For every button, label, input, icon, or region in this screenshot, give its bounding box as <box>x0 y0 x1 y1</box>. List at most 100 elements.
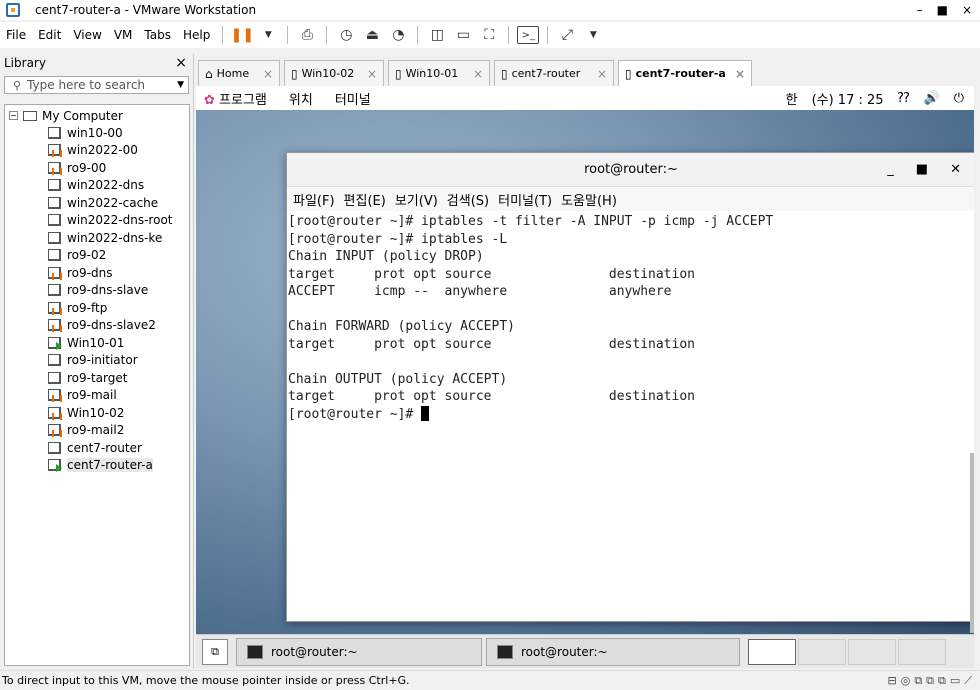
terminal-output[interactable]: [root@router ~]# iptables -t filter -A I… <box>287 211 974 423</box>
vm-console[interactable]: ✿ 프로그램 위치 터미널 한 (수) 17 : 25 ⁇ 🔊 ⏻ root@r… <box>196 86 974 634</box>
hdd-icon[interactable]: ⊟ <box>887 674 896 688</box>
menu-edit[interactable]: Edit <box>32 28 67 42</box>
library-item-win2022-dns-ke[interactable]: win2022-dns-ke <box>5 229 189 247</box>
maximize-button[interactable]: ■ <box>937 3 948 17</box>
library-item-label: cent7-router <box>67 440 142 455</box>
close-button[interactable]: × <box>962 3 972 17</box>
library-item-ro9-target[interactable]: ro9-target <box>5 369 189 387</box>
send-ctrl-alt-del-icon[interactable]: ⎙ <box>296 25 318 45</box>
terminal-minimize-icon[interactable]: _ <box>887 162 894 177</box>
network-icon[interactable]: ⁇ <box>898 91 910 106</box>
tab-close-icon[interactable]: × <box>727 67 745 81</box>
menu-view[interactable]: View <box>67 28 107 42</box>
tab-close-icon[interactable]: × <box>589 67 607 81</box>
workspace-4[interactable] <box>898 638 946 665</box>
tab-close-icon[interactable]: × <box>465 67 483 81</box>
tab-win10-01[interactable]: ▯ Win10-01 × <box>388 60 490 86</box>
console-view-icon[interactable]: >_ <box>517 26 540 44</box>
applications-menu[interactable]: ✿ 프로그램 <box>204 89 267 108</box>
minimize-button[interactable]: – <box>917 3 923 17</box>
cd-icon[interactable]: ◎ <box>901 674 911 688</box>
vm-running-icon <box>48 459 62 473</box>
terminal-menu-terminal[interactable]: 터미널(T) <box>498 190 552 209</box>
terminal-scrollbar[interactable] <box>970 453 974 633</box>
terminal-menu-view[interactable]: 보기(V) <box>395 190 438 209</box>
network-adapter-icon[interactable]: ⧉ <box>926 674 934 688</box>
library-item-win10-02[interactable]: Win10-02 <box>5 404 189 422</box>
terminal-menu[interactable]: 터미널 <box>335 89 371 108</box>
library-item-win2022-00[interactable]: win2022-00 <box>5 142 189 160</box>
terminal-line: Chain INPUT (policy DROP) <box>288 249 484 264</box>
menu-vm[interactable]: VM <box>108 28 139 42</box>
library-panel: Library × ⚲ Type here to search ▼ − My C… <box>0 54 194 669</box>
library-item-win2022-dns-root[interactable]: win2022-dns-root <box>5 212 189 230</box>
show-library-icon[interactable]: ◫ <box>426 25 448 45</box>
full-screen-icon[interactable]: ⛶ <box>478 25 500 45</box>
snapshot-icon[interactable]: ◷ <box>335 25 357 45</box>
terminal-close-icon[interactable]: ✕ <box>950 162 961 177</box>
terminal-icon <box>497 644 513 659</box>
terminal-menu-file[interactable]: 파일(F) <box>293 190 335 209</box>
terminal-menu-edit[interactable]: 편집(E) <box>344 190 386 209</box>
terminal-menu-search[interactable]: 검색(S) <box>447 190 489 209</box>
network-adapter-icon[interactable]: ⧉ <box>914 674 922 688</box>
library-item-ro9-mail[interactable]: ro9-mail <box>5 387 189 405</box>
terminal-maximize-icon[interactable]: ■ <box>916 162 928 177</box>
collapse-icon[interactable]: − <box>9 111 18 120</box>
tab-cent7-router[interactable]: ▯ cent7-router × <box>494 60 614 86</box>
library-item-win2022-dns[interactable]: win2022-dns <box>5 177 189 195</box>
library-item-cent7-router[interactable]: cent7-router <box>5 439 189 457</box>
library-item-ro9-dns[interactable]: ro9-dns <box>5 264 189 282</box>
dropdown-arrow-icon[interactable]: ▼ <box>582 25 604 45</box>
vm-icon <box>48 126 61 139</box>
taskbar-item-terminal-1[interactable]: root@router:~ <box>236 637 482 666</box>
library-item-cent7-router-a[interactable]: cent7-router-a <box>5 457 189 475</box>
terminal-window[interactable]: root@router:~ _ ■ ✕ 파일(F) 편집(E) 보기(V) 검색… <box>286 152 974 633</box>
library-item-ro9-ftp[interactable]: ro9-ftp <box>5 299 189 317</box>
tab-win10-02[interactable]: ▯ Win10-02 × <box>284 60 384 86</box>
taskbar-item-terminal-2[interactable]: root@router:~ <box>486 637 740 666</box>
revert-snapshot-icon[interactable]: ⏏ <box>361 25 383 45</box>
menu-file[interactable]: File <box>0 28 32 42</box>
library-search-input[interactable]: ⚲ Type here to search ▼ <box>4 76 189 94</box>
workspace-1[interactable] <box>748 638 796 665</box>
show-desktop-icon[interactable]: ⧉ <box>202 638 228 665</box>
volume-icon[interactable]: 🔊 <box>924 91 940 106</box>
tab-home[interactable]: ⌂ Home × <box>198 60 280 86</box>
pause-vm-icon[interactable]: ❚❚ <box>231 25 254 45</box>
dropdown-arrow-icon[interactable]: ▼ <box>257 25 279 45</box>
terminal-menu-help[interactable]: 도움말(H) <box>561 190 617 209</box>
snapshot-manager-icon[interactable]: ◔ <box>387 25 409 45</box>
library-item-ro9-initiator[interactable]: ro9-initiator <box>5 352 189 370</box>
library-item-ro9-00[interactable]: ro9-00 <box>5 159 189 177</box>
show-thumbnail-bar-icon[interactable]: ▭ <box>452 25 474 45</box>
library-item-ro9-02[interactable]: ro9-02 <box>5 247 189 265</box>
chevron-down-icon[interactable]: ▼ <box>177 80 184 90</box>
ime-indicator[interactable]: 한 <box>786 89 798 108</box>
menu-tabs[interactable]: Tabs <box>138 28 177 42</box>
library-item-win2022-cache[interactable]: win2022-cache <box>5 194 189 212</box>
resize-grip-icon[interactable]: ⟋ <box>964 674 972 688</box>
library-item-ro9-dns-slave2[interactable]: ro9-dns-slave2 <box>5 317 189 335</box>
tab-close-icon[interactable]: × <box>359 67 377 81</box>
guest-taskbar: ⧉ root@router:~ root@router:~ <box>196 634 974 668</box>
library-close-icon[interactable]: × <box>175 55 187 71</box>
workspace-3[interactable] <box>848 638 896 665</box>
places-menu[interactable]: 위치 <box>289 89 313 108</box>
vm-icon <box>48 354 61 367</box>
power-icon[interactable]: ⏻ <box>954 91 964 106</box>
message-log-icon[interactable]: ▭ <box>950 674 960 688</box>
menu-help[interactable]: Help <box>177 28 216 42</box>
library-item-ro9-dns-slave[interactable]: ro9-dns-slave <box>5 282 189 300</box>
tab-close-icon[interactable]: × <box>255 67 273 81</box>
network-adapter-icon[interactable]: ⧉ <box>938 674 946 688</box>
clock[interactable]: (수) 17 : 25 <box>812 89 884 108</box>
terminal-line: [root@router ~]# iptables -t filter -A I… <box>288 214 774 229</box>
stretch-guest-icon[interactable]: ⤢ <box>556 25 578 45</box>
library-item-win10-00[interactable]: win10-00 <box>5 124 189 142</box>
workspace-2[interactable] <box>798 638 846 665</box>
library-item-win10-01[interactable]: Win10-01 <box>5 334 189 352</box>
library-item-ro9-mail2[interactable]: ro9-mail2 <box>5 422 189 440</box>
tab-cent7-router-a[interactable]: ▯ cent7-router-a × <box>618 60 752 86</box>
tree-root-my-computer[interactable]: − My Computer <box>5 107 189 124</box>
